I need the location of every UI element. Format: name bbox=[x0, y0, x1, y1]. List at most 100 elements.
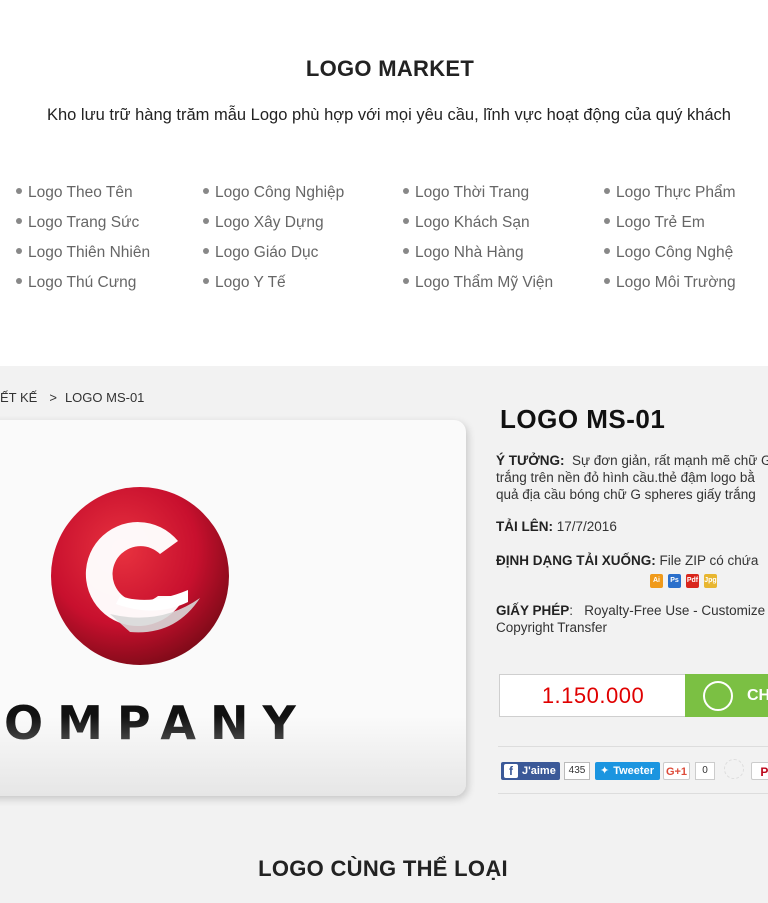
google-plus-count: 0 bbox=[695, 762, 715, 780]
category-item[interactable]: Logo Thú Cưng bbox=[16, 270, 150, 300]
idea-line-3: quả địa cầu bóng chữ G spheres giấy trắn… bbox=[496, 487, 756, 502]
product-detail-section: ẾT KẾ > LOGO MS-01 OMPANY LOGO MS-01 Ý TƯỞ… bbox=[0, 366, 768, 903]
psd-file-icon: Ps bbox=[668, 574, 681, 588]
category-label: Logo Trẻ Em bbox=[616, 214, 705, 231]
bullet-icon bbox=[403, 248, 409, 255]
category-item[interactable]: Logo Theo Tên bbox=[16, 180, 150, 210]
preview-reflection bbox=[0, 716, 466, 796]
google-plus-button[interactable]: G+1 bbox=[663, 762, 690, 780]
bullet-icon bbox=[203, 278, 209, 285]
category-label: Logo Thực Phẩm bbox=[616, 184, 736, 201]
jpg-file-icon: Jpg bbox=[704, 574, 717, 588]
category-label: Logo Thiên Nhiên bbox=[28, 244, 151, 261]
category-item[interactable]: Logo Nhà Hàng bbox=[403, 240, 553, 270]
twitter-bird-icon: ✦ bbox=[600, 765, 610, 777]
category-item[interactable]: Logo Môi Trường bbox=[604, 270, 736, 300]
idea-line-1: Sự đơn giản, rất mạnh mẽ chữ G bbox=[571, 453, 768, 468]
pdf-file-icon: Pdf bbox=[686, 574, 699, 588]
bullet-icon bbox=[16, 188, 22, 195]
idea-line-2: trắng trên nền đỏ hình cầu.thẻ đậm logo … bbox=[496, 470, 755, 485]
category-label: Logo Thẩm Mỹ Viện bbox=[415, 274, 554, 291]
tweet-button[interactable]: ✦ Tweeter bbox=[595, 762, 660, 780]
buy-button[interactable]: CH bbox=[685, 674, 768, 717]
bullet-icon bbox=[203, 188, 209, 195]
category-label: Logo Trang Sức bbox=[28, 214, 140, 231]
category-item[interactable]: Logo Thẩm Mỹ Viện bbox=[403, 270, 553, 300]
bullet-icon bbox=[203, 218, 209, 225]
logo-market-subtitle: Kho lưu trữ hàng trăm mẫu Logo phù hợp v… bbox=[46, 106, 731, 124]
license-line-2: Copyright Transfer bbox=[496, 620, 608, 635]
category-list: Logo Theo Tên Logo Trang Sức Logo Thiên … bbox=[0, 180, 768, 300]
product-title: LOGO MS-01 bbox=[500, 404, 666, 434]
category-item[interactable]: Logo Trang Sức bbox=[16, 210, 150, 240]
bullet-icon bbox=[403, 218, 409, 225]
uploaded-label: TẢI LÊN: bbox=[496, 519, 553, 534]
bullet-icon bbox=[403, 278, 409, 285]
category-column-4: Logo Thực Phẩm Logo Trẻ Em Logo Công Ngh… bbox=[604, 180, 736, 300]
share-placeholder-icon bbox=[724, 759, 744, 779]
price: 1.150.000 bbox=[541, 683, 645, 708]
same-category-title: LOGO CÙNG THỂ LOẠI bbox=[258, 856, 508, 881]
category-item[interactable]: Logo Y Tế bbox=[203, 270, 344, 300]
category-label: Logo Xây Dựng bbox=[215, 214, 324, 231]
breadcrumb-separator: > bbox=[49, 390, 57, 405]
category-item[interactable]: Logo Xây Dựng bbox=[203, 210, 344, 240]
format-value: File ZIP có chứa bbox=[659, 553, 759, 568]
category-label: Logo Thú Cưng bbox=[28, 274, 137, 291]
bullet-icon bbox=[203, 248, 209, 255]
pinterest-button[interactable]: Pi bbox=[751, 762, 768, 780]
bullet-icon bbox=[604, 278, 610, 285]
category-item[interactable]: Logo Giáo Dục bbox=[203, 240, 344, 270]
bullet-icon bbox=[604, 218, 610, 225]
ai-file-icon: Ai bbox=[650, 574, 663, 588]
category-label: Logo Nhà Hàng bbox=[415, 244, 524, 261]
category-item[interactable]: Logo Công Nghiệp bbox=[203, 180, 344, 210]
category-item[interactable]: Logo Thực Phẩm bbox=[604, 180, 736, 210]
logo-preview-card[interactable]: OMPANY bbox=[0, 420, 466, 796]
category-column-1: Logo Theo Tên Logo Trang Sức Logo Thiên … bbox=[16, 180, 150, 300]
category-label: Logo Công Nghiệp bbox=[215, 184, 345, 201]
category-label: Logo Giáo Dục bbox=[215, 244, 319, 261]
license-label: GIẤY PHÉP bbox=[496, 603, 570, 618]
facebook-like-label: J'aime bbox=[522, 765, 556, 777]
category-label: Logo Y Tế bbox=[215, 274, 286, 291]
bullet-icon bbox=[16, 248, 22, 255]
bullet-icon bbox=[604, 188, 610, 195]
category-label: Logo Môi Trường bbox=[616, 274, 736, 291]
logo-market-title: LOGO MARKET bbox=[305, 56, 475, 81]
category-column-3: Logo Thời Trang Logo Khách Sạn Logo Nhà … bbox=[403, 180, 553, 300]
category-label: Logo Thời Trang bbox=[415, 184, 530, 201]
tweet-label: Tweeter bbox=[613, 765, 654, 777]
facebook-like-button[interactable]: f J'aime bbox=[501, 762, 560, 780]
purchase-box: 1.150.000 CH bbox=[499, 674, 768, 717]
category-label: Logo Khách Sạn bbox=[415, 214, 530, 231]
file-format-icons: Ai Ps Pdf Jpg bbox=[650, 574, 722, 592]
idea-label: Ý TƯỞNG: bbox=[496, 453, 565, 468]
product-license: GIẤY PHÉP: Royalty-Free Use - Customize … bbox=[496, 603, 766, 635]
facebook-like-count: 435 bbox=[564, 762, 590, 780]
category-item[interactable]: Logo Thiên Nhiên bbox=[16, 240, 150, 270]
bullet-icon bbox=[16, 278, 22, 285]
product-format: ĐỊNH DẠNG TẢI XUỐNG: File ZIP có chứa bbox=[496, 552, 768, 569]
breadcrumb-current: LOGO MS-01 bbox=[64, 390, 145, 405]
bullet-icon bbox=[604, 248, 610, 255]
format-label: ĐỊNH DẠNG TẢI XUỐNG: bbox=[496, 553, 656, 568]
category-item[interactable]: Logo Trẻ Em bbox=[604, 210, 736, 240]
g-sphere-logo-icon bbox=[51, 487, 229, 665]
license-line-1: Royalty-Free Use - Customize bbox=[584, 603, 766, 618]
category-item[interactable]: Logo Công Nghệ bbox=[604, 240, 736, 270]
category-item[interactable]: Logo Khách Sạn bbox=[403, 210, 553, 240]
buy-label: CH bbox=[747, 687, 768, 704]
bullet-icon bbox=[16, 218, 22, 225]
breadcrumb: ẾT KẾ > LOGO MS-01 bbox=[0, 390, 144, 405]
facebook-icon: f bbox=[504, 764, 518, 778]
category-column-2: Logo Công Nghiệp Logo Xây Dựng Logo Giáo… bbox=[203, 180, 344, 300]
category-item[interactable]: Logo Thời Trang bbox=[403, 180, 553, 210]
category-label: Logo Theo Tên bbox=[28, 184, 133, 201]
product-idea: Ý TƯỞNG: Sự đơn giản, rất mạnh mẽ chữ G … bbox=[496, 452, 768, 503]
uploaded-value: 17/7/2016 bbox=[556, 519, 617, 534]
breadcrumb-parent[interactable]: ẾT KẾ bbox=[0, 390, 37, 405]
category-label: Logo Công Nghệ bbox=[616, 244, 734, 261]
product-uploaded: TẢI LÊN: 17/7/2016 bbox=[496, 518, 768, 535]
social-share-bar: f J'aime 435 ✦Tweeter G+1 0 Pi bbox=[498, 746, 768, 794]
